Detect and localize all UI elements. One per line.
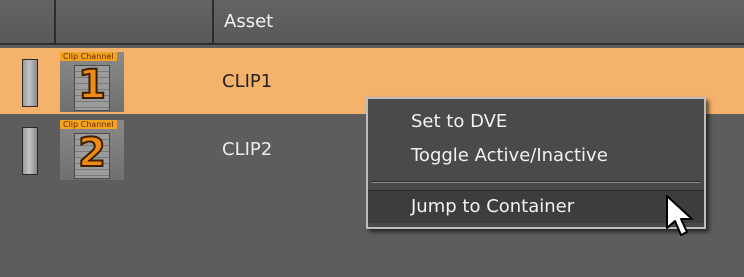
thumb-number: 1	[77, 61, 107, 109]
channel-slot-icon[interactable]	[22, 127, 38, 175]
mouse-pointer-icon	[666, 195, 693, 236]
menu-item-toggle-active[interactable]: Toggle Active/Inactive	[368, 139, 704, 173]
thumb-number: 2	[77, 129, 107, 177]
thumb-tag: Clip Channel	[60, 52, 117, 61]
menu-separator	[372, 181, 700, 183]
menu-item-set-to-dve[interactable]: Set to DVE	[368, 105, 704, 139]
clip-channel-thumbnail-icon[interactable]: Clip Channel 2	[60, 120, 124, 180]
asset-name: CLIP1	[222, 71, 273, 92]
channel-slot-icon[interactable]	[22, 59, 38, 107]
column-header-asset-label: Asset	[224, 11, 274, 32]
asset-name: CLIP2	[222, 139, 273, 160]
thumb-tag: Clip Channel	[60, 120, 117, 129]
context-menu: Set to DVE Toggle Active/Inactive Jump t…	[366, 97, 706, 229]
table-header: Asset	[0, 0, 744, 45]
menu-item-label: Set to DVE	[411, 111, 508, 132]
playlist-panel: Asset Clip Channel 1 CLIP1 Clip Channel …	[0, 0, 744, 277]
menu-item-label: Toggle Active/Inactive	[411, 145, 608, 166]
column-header-thumbnail[interactable]	[56, 0, 214, 43]
menu-item-label: Jump to Container	[411, 196, 575, 217]
column-header-status[interactable]	[0, 0, 56, 43]
menu-item-jump-to-container[interactable]: Jump to Container	[368, 190, 704, 223]
column-header-asset[interactable]	[214, 0, 744, 43]
clip-channel-thumbnail-icon[interactable]: Clip Channel 1	[60, 52, 124, 112]
